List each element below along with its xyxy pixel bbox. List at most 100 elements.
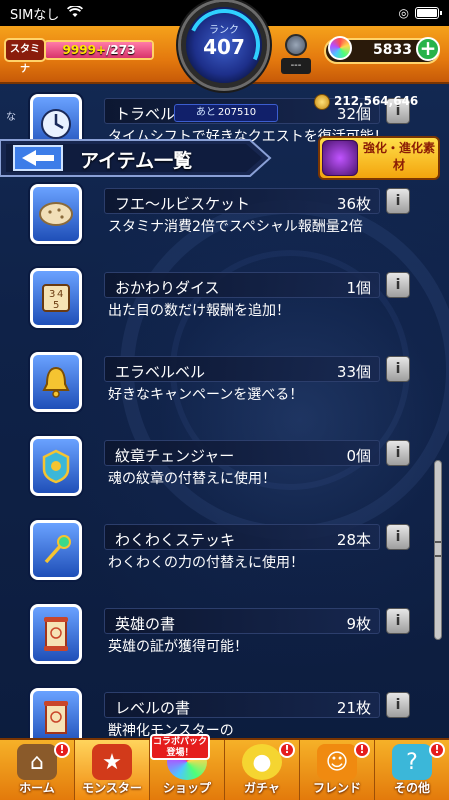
gold-display: 212,564,646 [310, 93, 446, 111]
nav-home-label: ホーム [19, 781, 55, 795]
coin-icon [314, 94, 330, 110]
nav-friend[interactable]: ☺ ! フレンド [300, 740, 375, 800]
rank-value: 407 [203, 35, 245, 59]
scroll-icon [30, 604, 82, 664]
notification-badge: ! [279, 742, 295, 758]
notification-badge: ! [54, 742, 70, 758]
item-name: おかわりダイス [115, 279, 220, 297]
item-description: わくわくの力の付替えに使用！ [108, 555, 304, 571]
bell-icon [30, 352, 82, 412]
info-button[interactable]: i [386, 608, 410, 634]
item-count: 33個 [336, 363, 371, 381]
enhance-material-label: 強化・進化素材 [362, 141, 435, 172]
box-value: --- [281, 58, 311, 74]
notification-badge: ! [354, 742, 370, 758]
scrollbar[interactable] [434, 460, 442, 640]
item-count: 9枚 [346, 615, 371, 633]
item-name-bar: おかわりダイス 1個 [104, 272, 380, 298]
list-item[interactable]: エラベルベル 33個 i 好きなキャンペーンを選べる！ [0, 344, 449, 428]
monster-icon: ★ [92, 744, 132, 780]
stamina-max: /273 [106, 43, 136, 57]
info-button[interactable]: i [386, 356, 410, 382]
svg-text:3: 3 [49, 289, 55, 300]
item-name-bar: フエ〜ルビスケット 36枚 [104, 188, 380, 214]
item-name: エラベルベル [115, 363, 206, 381]
info-button[interactable]: i [386, 692, 410, 718]
header-banner: アイテム一覧 [0, 136, 272, 180]
item-description: スタミナ消費2倍でスペシャル報酬量2倍 [108, 219, 363, 235]
item-count: 28本 [336, 531, 371, 549]
stamina-text: 9999+/273 [46, 42, 152, 58]
emblem-icon [30, 436, 82, 496]
nav-monster[interactable]: ★ モンスター [75, 740, 150, 800]
scrollbar-grip[interactable] [435, 541, 441, 557]
list-item[interactable]: わくわくステッキ 28本 i わくわくの力の付替えに使用！ [0, 512, 449, 596]
wand-icon [30, 520, 82, 580]
side-marker: な [6, 112, 16, 123]
enhance-material-icon [322, 140, 358, 176]
list-item[interactable]: レベルの書 21枚 i 獣神化モンスターの [0, 680, 449, 738]
nav-friend-label: フレンド [312, 781, 361, 795]
info-button[interactable]: i [386, 272, 410, 298]
box-icon [285, 34, 307, 56]
box-slot[interactable]: --- [281, 34, 311, 78]
item-name-bar: 紋章チェンジャー 0個 [104, 440, 380, 466]
page-title: アイテム一覧 [80, 150, 193, 172]
list-item[interactable]: 英雄の書 9枚 i 英雄の証が獲得可能！ [0, 596, 449, 680]
collab-pack-badge[interactable]: コラボパック登場！ [150, 734, 210, 760]
gold-value: 212,564,646 [334, 94, 419, 108]
stamina-label: スタミナ [4, 38, 46, 75]
item-name: フエ〜ルビスケット [115, 195, 251, 213]
item-description: 魂の紋章の付替えに使用！ [108, 471, 276, 487]
friend-icon: ☺ [317, 744, 357, 780]
nav-gacha[interactable]: ● ! ガチャ [225, 740, 300, 800]
enhance-material-button[interactable]: 強化・進化素材 [318, 136, 440, 180]
info-button[interactable]: i [386, 440, 410, 466]
rank-next-value: 207510 [217, 107, 257, 118]
nav-other[interactable]: ? ! その他 [375, 740, 449, 800]
nav-other-label: その他 [393, 781, 430, 795]
orb-icon [328, 36, 352, 60]
home-icon: ⌂ [17, 744, 57, 780]
item-name-bar: エラベルベル 33個 [104, 356, 380, 382]
battery-icon [415, 7, 442, 19]
item-count: 1個 [346, 279, 371, 297]
item-description: 好きなキャンペーンを選べる！ [108, 387, 304, 403]
carrier-label: SIMなし [10, 7, 60, 23]
svg-text:5: 5 [53, 300, 59, 311]
add-orb-button[interactable]: + [416, 37, 440, 61]
back-button[interactable] [10, 142, 66, 174]
gacha-icon: ● [242, 744, 282, 780]
nav-gacha-label: ガチャ [244, 781, 280, 795]
rank-label: ランク [209, 25, 239, 36]
list-item[interactable]: 345 おかわりダイス 1個 i 出た目の数だけ報酬を追加！ [0, 260, 449, 344]
nav-home[interactable]: ⌂ ! ホーム [0, 740, 75, 800]
item-description: 出た目の数だけ報酬を追加！ [108, 303, 290, 319]
item-description: 英雄の証が獲得可能！ [108, 639, 248, 655]
rank-next-label: あと [195, 107, 216, 118]
stamina-current: 9999+ [62, 43, 106, 57]
book-icon [30, 688, 82, 738]
item-count: 0個 [346, 447, 371, 465]
item-list[interactable]: トラベル 32個 i タイムシフトで好きなクエストを復活可能！ フエ〜ルビスケッ… [0, 86, 449, 738]
dice-icon: 345 [30, 268, 82, 328]
list-item[interactable]: フエ〜ルビスケット 36枚 i スタミナ消費2倍でスペシャル報酬量2倍 [0, 176, 449, 260]
list-item[interactable]: 紋章チェンジャー 0個 i 魂の紋章の付替えに使用！ [0, 428, 449, 512]
item-name: トラベル [115, 105, 176, 123]
rotation-lock-icon: ◎ [398, 6, 409, 20]
info-button[interactable]: i [386, 188, 410, 214]
item-name-bar: 英雄の書 9枚 [104, 608, 380, 634]
item-name: 英雄の書 [115, 615, 176, 633]
biscuit-icon [30, 184, 82, 244]
nav-monster-label: モンスター [82, 781, 142, 795]
orb-count: 5833 [373, 42, 412, 58]
rank-gauge[interactable]: ランク 407 [177, 0, 271, 92]
stamina-bar[interactable]: 9999+/273 [44, 40, 154, 60]
svg-text:4: 4 [57, 289, 63, 300]
item-name: レベルの書 [115, 699, 191, 717]
info-button[interactable]: i [386, 524, 410, 550]
item-count: 36枚 [336, 195, 371, 213]
item-name-bar: レベルの書 21枚 [104, 692, 380, 718]
nav-shop-label: ショップ [162, 781, 211, 795]
other-icon: ? [392, 744, 432, 780]
